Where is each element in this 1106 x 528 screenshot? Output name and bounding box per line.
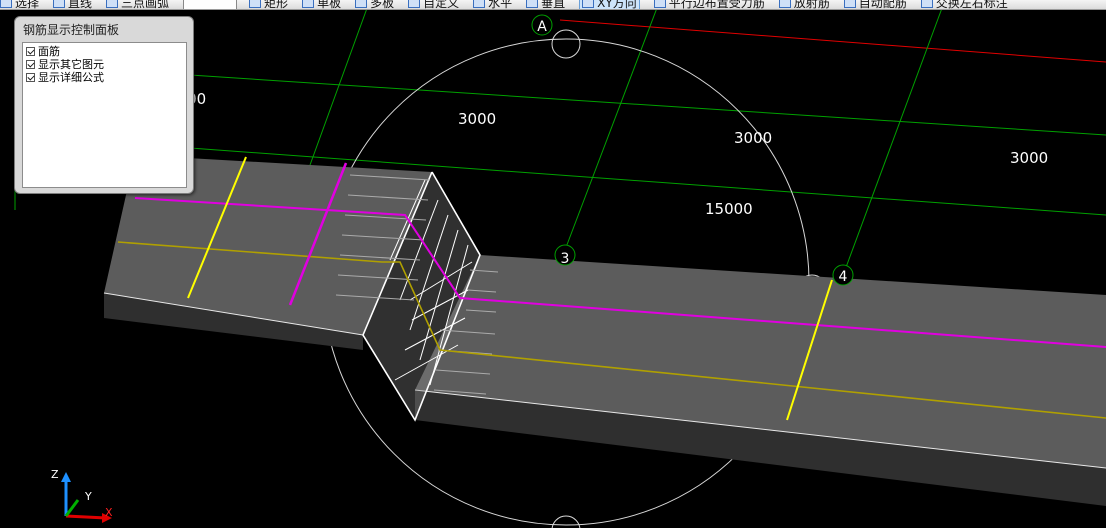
toolbar-button[interactable]: 多板 xyxy=(355,0,395,10)
grid-line xyxy=(189,74,1106,136)
grid-line xyxy=(564,0,661,251)
toolbar-button-label: 自定义 xyxy=(423,0,460,10)
toolbar-button[interactable]: 放射筋 xyxy=(778,0,830,10)
toolbar-button-label: 放射筋 xyxy=(793,0,830,10)
panel-title[interactable]: 钢筋显示控制面板 xyxy=(23,21,119,38)
option-label: 面筋 xyxy=(38,45,60,58)
y-axis-icon xyxy=(64,499,80,517)
toolbar-input-field[interactable] xyxy=(183,0,238,9)
arc-icon xyxy=(106,0,119,8)
axis-line-a xyxy=(559,19,1106,63)
dimension-label: 3000 xyxy=(734,129,772,147)
axis-label-a: A xyxy=(537,19,547,35)
toolbar-button[interactable]: 单板 xyxy=(302,0,342,10)
toolbar-button[interactable]: 矩形 xyxy=(249,0,289,10)
toolbar-button[interactable]: XY方向 xyxy=(579,0,640,10)
orbit-handle-top[interactable] xyxy=(551,29,581,59)
toolbar-button-label: 三点画弧 xyxy=(121,0,170,10)
toolbar-button[interactable]: 平行边布置受力筋 xyxy=(653,0,765,10)
toolbar-button[interactable]: 自动配筋 xyxy=(843,0,907,10)
x-axis-label: X xyxy=(105,506,113,519)
toolbar-button[interactable]: 交换左右标注 xyxy=(920,0,1008,10)
toolbar-button-label: 多板 xyxy=(370,0,395,10)
option-label: 显示详细公式 xyxy=(38,71,104,84)
toolbar-button-label: 选择 xyxy=(15,0,40,10)
horizontal-icon xyxy=(473,0,486,8)
checkbox-icon[interactable] xyxy=(26,47,35,56)
toolbar-button[interactable]: 三点画弧 xyxy=(106,0,170,10)
axis-label-4: 4 xyxy=(839,269,848,285)
z-axis-label: Z xyxy=(51,468,59,481)
toolbar-button-label: 平行边布置受力筋 xyxy=(668,0,765,10)
multi-slab-icon xyxy=(355,0,368,8)
toolbar-button[interactable]: 垂直 xyxy=(526,0,566,10)
grid-line xyxy=(844,0,946,271)
toolbar-button[interactable]: 直线 xyxy=(53,0,93,10)
toolbar-button[interactable]: 水平 xyxy=(473,0,513,10)
toolbar-button[interactable]: 自定义 xyxy=(408,0,460,10)
dimension-label: 3000 xyxy=(458,110,496,128)
option-show-other-elements[interactable]: 显示其它图元 xyxy=(26,58,183,71)
toolbar-button-label: 自动配筋 xyxy=(858,0,907,10)
axis-label-3: 3 xyxy=(561,251,570,267)
option-show-detailed-formula[interactable]: 显示详细公式 xyxy=(26,71,183,84)
toolbar-row: 选择 直线 三点画弧 矩形 单板 多板 自定义 水平 垂直 XY方向 平行边布置受力筋 放射筋 自动配筋… xyxy=(0,0,1022,10)
line-icon xyxy=(53,0,66,8)
orbit-handle-bottom[interactable] xyxy=(551,515,581,528)
option-label: 显示其它图元 xyxy=(38,58,104,71)
single-slab-icon xyxy=(302,0,315,8)
toolbar-button[interactable]: 选择 xyxy=(0,0,40,10)
panel-options-list: 面筋 显示其它图元 显示详细公式 xyxy=(22,42,187,188)
rectangle-icon xyxy=(249,0,262,8)
auto-rebar-icon xyxy=(843,0,856,8)
y-axis-label: Y xyxy=(84,490,92,503)
toolbar-button-label: 矩形 xyxy=(264,0,289,10)
toolbar-button-label: 直线 xyxy=(68,0,93,10)
option-top-rebar[interactable]: 面筋 xyxy=(26,45,183,58)
select-arrow-icon xyxy=(0,0,12,8)
drawing-toolbar: 选择 直线 三点画弧 矩形 单板 多板 自定义 水平 垂直 XY方向 平行边布置受力筋 放射筋 自动配筋… xyxy=(0,0,1106,10)
xy-direction-icon xyxy=(582,0,595,8)
right-beam[interactable] xyxy=(414,255,1106,506)
rebar-display-panel[interactable]: 钢筋显示控制面板 面筋 显示其它图元 显示详细公式 xyxy=(14,16,194,194)
radial-rebar-icon xyxy=(778,0,791,8)
checkbox-icon[interactable] xyxy=(26,73,35,82)
vertical-icon xyxy=(526,0,539,8)
dimension-label: 15000 xyxy=(705,200,753,218)
toolbar-button-label: 水平 xyxy=(488,0,513,10)
dimension-label: 3000 xyxy=(1010,149,1048,167)
x-axis-icon xyxy=(65,514,107,520)
parallel-rebar-icon xyxy=(653,0,666,8)
coordinate-triad: Z Y X xyxy=(51,468,113,523)
toolbar-button-label: XY方向 xyxy=(597,0,637,10)
toolbar-button-label: 交换左右标注 xyxy=(935,0,1008,10)
axis-markers: A 3 4 xyxy=(531,14,854,286)
swap-label-icon xyxy=(920,0,933,8)
checkbox-icon[interactable] xyxy=(26,60,35,69)
custom-icon xyxy=(408,0,421,8)
toolbar-button-label: 单板 xyxy=(317,0,342,10)
toolbar-button-label: 垂直 xyxy=(541,0,566,10)
